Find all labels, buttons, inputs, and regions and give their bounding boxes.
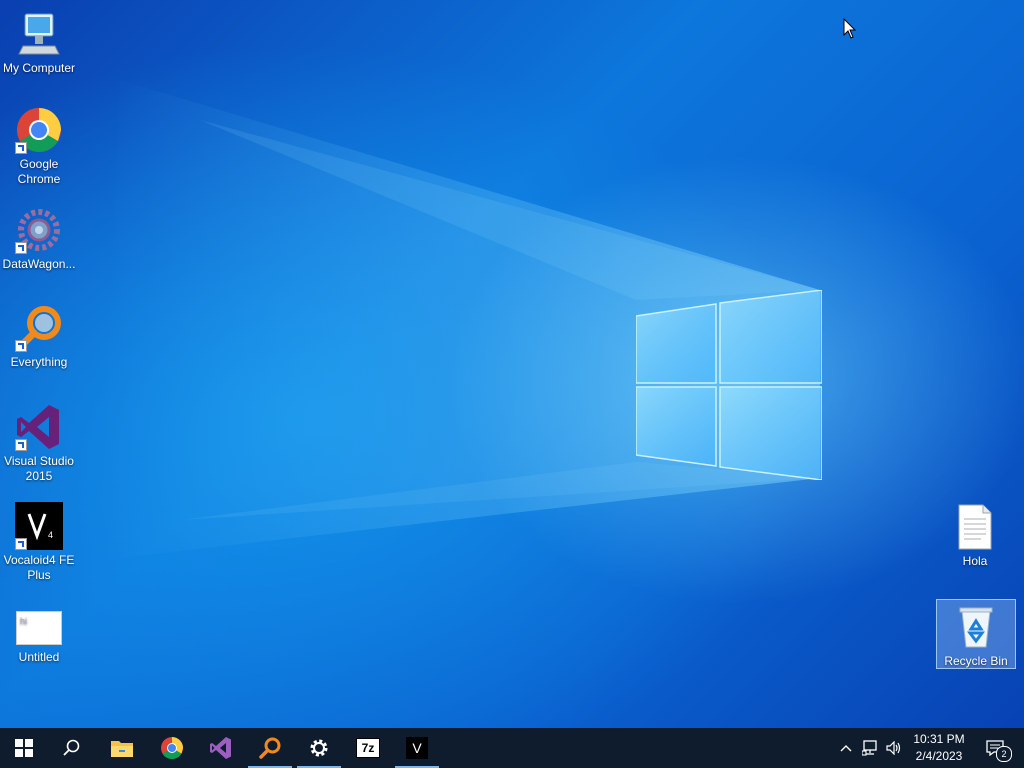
desktop-icon-datawagon[interactable]: DataWagon... [0,206,78,272]
desktop-icon-vocaloid4[interactable]: 4 Vocaloid4 FE Plus [0,502,78,583]
clock-date: 2/4/2023 [915,749,963,763]
clock-time: 10:31 PM [913,732,965,746]
taskbar-visual-studio[interactable] [197,728,245,768]
recycle-bin-icon [952,603,1000,651]
desktop-icon-label: DataWagon... [2,257,76,271]
start-button[interactable] [0,728,48,768]
text-file-icon [951,503,999,551]
shortcut-arrow-icon [15,340,27,352]
everything-icon [259,737,281,759]
desktop-icon-everything[interactable]: Everything [0,304,78,370]
taskbar-chrome[interactable] [148,728,196,768]
vocaloid-icon: 4 [15,502,63,550]
network-icon [862,740,877,756]
search-button[interactable] [48,728,96,768]
volume-button[interactable] [884,728,904,768]
desktop[interactable]: My Computer Google Chrome DataWagon... E… [0,0,1024,728]
desktop-icon-label: Google Chrome [17,157,61,186]
shortcut-arrow-icon [15,538,27,550]
shortcut-arrow-icon [15,439,27,451]
chrome-icon [15,106,63,154]
taskbar-file-explorer[interactable] [98,728,146,768]
datawagon-icon [15,206,63,254]
file-explorer-icon [111,741,133,757]
taskbar-7zip[interactable]: 7z [344,728,392,768]
chrome-icon [161,737,183,759]
speaker-icon [886,741,901,755]
desktop-icon-label: Vocaloid4 FE Plus [3,553,75,582]
mouse-cursor-icon [843,18,857,39]
start-icon [15,739,33,757]
7zip-icon: 7z [356,738,380,758]
action-center-button[interactable]: 2 [980,728,1012,768]
shortcut-arrow-icon [15,242,27,254]
vocaloid-icon: V [406,737,428,759]
taskbar-vocaloid[interactable]: V [393,728,441,768]
visual-studio-icon [15,403,63,451]
desktop-icon-label: My Computer [2,61,76,75]
magnifier-icon [15,304,63,352]
network-button[interactable] [860,728,882,768]
desktop-icon-label: Visual Studio 2015 [4,454,74,483]
windows-logo [636,290,822,480]
wallpaper-light-beam [100,80,820,560]
desktop-icon-hola[interactable]: Hola [936,503,1014,569]
image-file-icon: hi [15,611,63,647]
desktop-icon-untitled[interactable]: hi Untitled [0,611,78,665]
notification-count-badge: 2 [996,746,1012,762]
desktop-icon-recycle-bin[interactable]: Recycle Bin [936,599,1016,669]
taskbar: 7z V 10:31 PM 2/4/2023 2 [0,728,1024,768]
desktop-icon-visual-studio-2015[interactable]: Visual Studio 2015 [0,403,78,484]
shortcut-arrow-icon [15,142,27,154]
desktop-icon-label: Untitled [18,650,60,664]
desktop-icon-my-computer[interactable]: My Computer [0,10,78,76]
taskbar-settings[interactable] [295,728,343,768]
computer-icon [15,10,63,58]
show-hidden-icons-button[interactable] [836,728,856,768]
desktop-icon-google-chrome[interactable]: Google Chrome [0,106,78,187]
desktop-icon-label: Recycle Bin [944,654,1008,668]
image-preview-text: hi [16,611,62,645]
desktop-icon-label: Everything [10,355,68,369]
svg-text:4: 4 [48,530,53,540]
visual-studio-icon [210,737,231,759]
desktop-icon-label: Hola [962,554,988,568]
clock[interactable]: 10:31 PM 2/4/2023 [904,731,974,765]
taskbar-everything[interactable] [246,728,294,768]
chevron-up-icon [840,745,852,752]
settings-icon [310,739,328,757]
search-icon [63,739,80,756]
